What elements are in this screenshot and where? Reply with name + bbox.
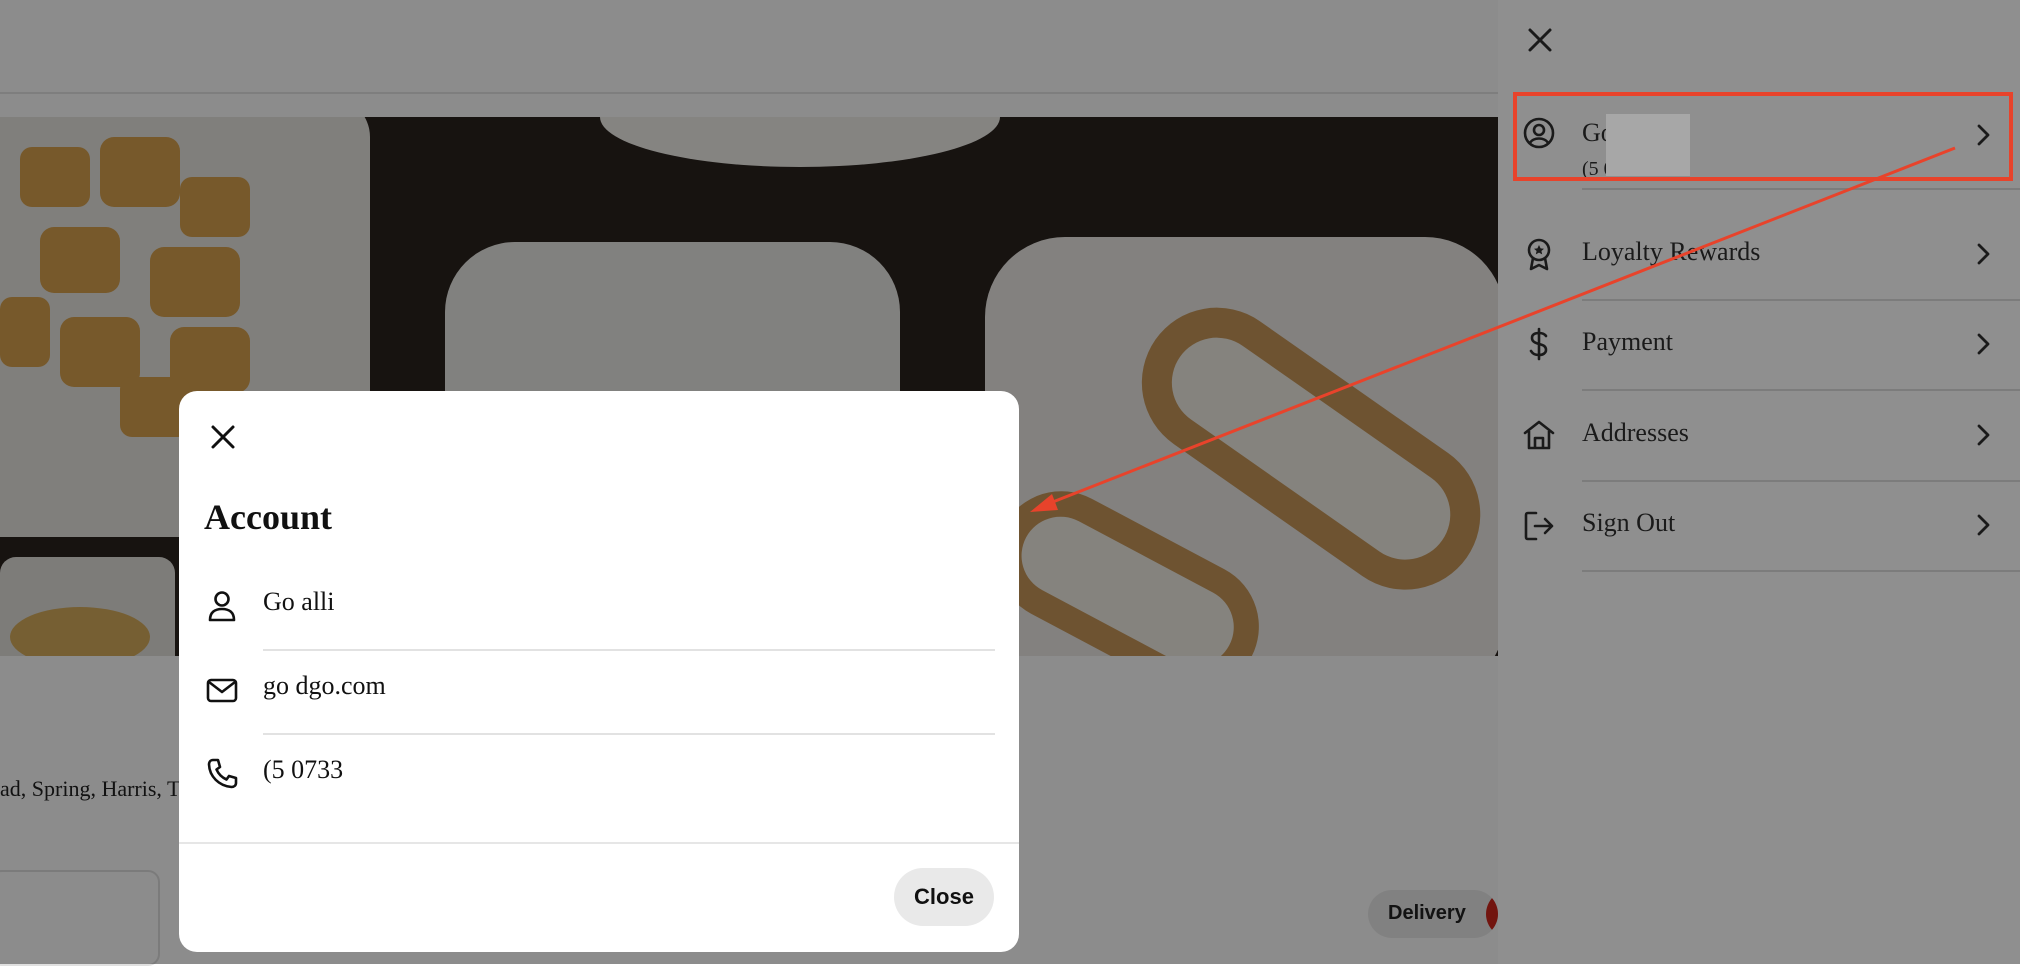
close-button[interactable]: Close	[894, 868, 994, 926]
mail-icon	[206, 678, 238, 703]
phone-icon	[207, 758, 238, 789]
user-icon	[208, 591, 236, 622]
close-icon[interactable]	[205, 419, 241, 455]
account-email-row: go dgo.com	[179, 651, 1019, 735]
account-modal: Account Go alli go dgo.com (5 0733 Close	[179, 391, 1019, 952]
account-phone-row: (5 0733	[179, 735, 1019, 819]
account-phone: (5 0733	[263, 755, 344, 784]
footer-divider	[179, 842, 1019, 844]
account-email: go dgo.com	[263, 671, 386, 700]
modal-title: Account	[204, 497, 332, 537]
account-name: Go alli	[263, 587, 335, 616]
account-name-row: Go alli	[179, 567, 1019, 651]
